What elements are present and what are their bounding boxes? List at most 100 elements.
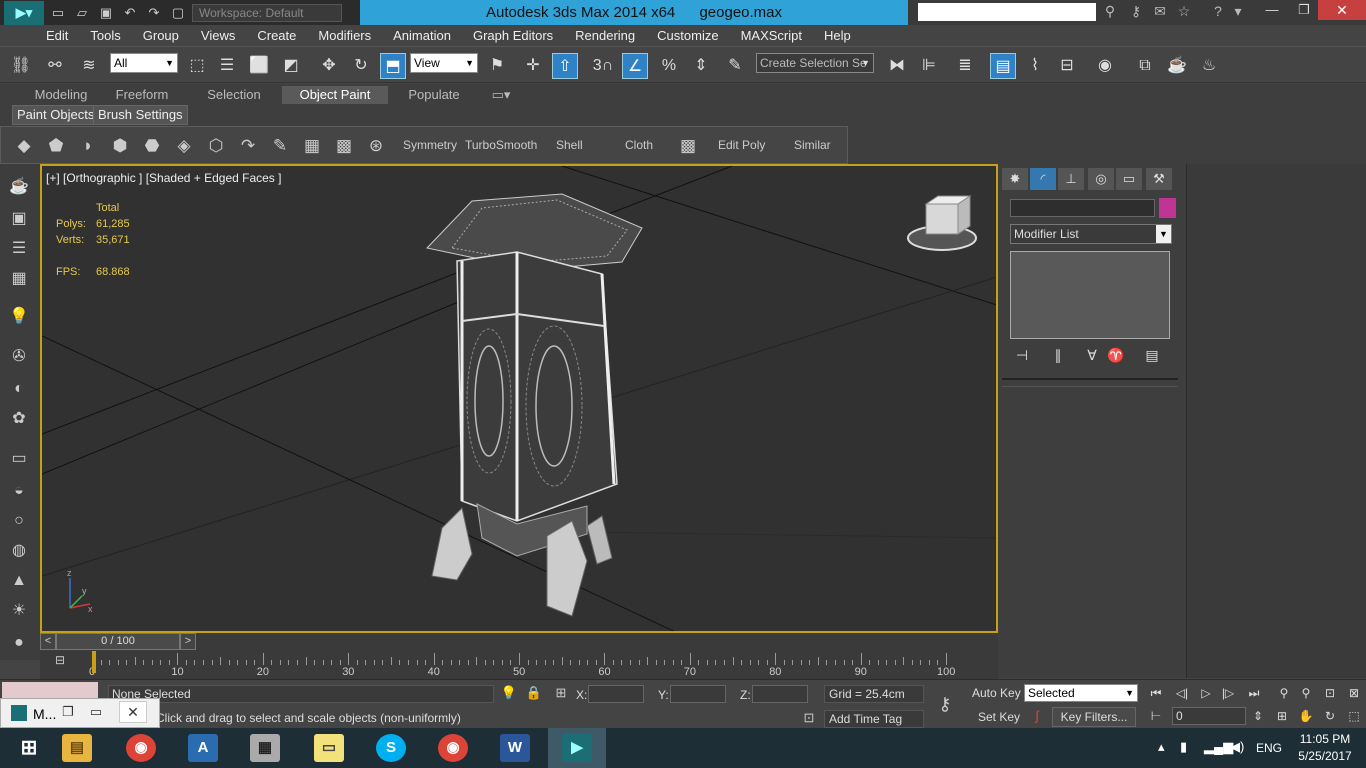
isolate-selection-icon[interactable]: 💡 [500, 685, 518, 703]
symmetry-button[interactable]: Symmetry [403, 138, 457, 152]
angle-snap-icon[interactable]: ∠ [622, 53, 648, 79]
render-production-icon[interactable]: ♨ [1196, 53, 1222, 79]
go-to-start-icon[interactable]: ⏮ [1146, 684, 1166, 702]
menu-customize[interactable]: Customize [657, 28, 718, 43]
make-unique-icon[interactable]: ∀ [1082, 347, 1102, 365]
selection-lock-icon[interactable]: 🔒 [525, 685, 543, 703]
file-explorer-icon[interactable]: ▤ [48, 728, 106, 768]
motion-tab-icon[interactable]: ◎ [1088, 168, 1114, 190]
edit-named-selection-icon[interactable]: ✎ [722, 53, 748, 79]
menu-maxscript[interactable]: MAXScript [741, 28, 802, 43]
table-panel-icon[interactable]: ▦ [6, 266, 32, 292]
project-folder-icon[interactable]: ▢ [168, 4, 188, 22]
ribbon-options-icon[interactable]: ▭▾ [486, 86, 516, 104]
redo-icon[interactable]: ↷ [144, 4, 164, 22]
select-object-icon[interactable]: ⬚ [184, 53, 210, 79]
checker-icon[interactable]: ▩ [331, 133, 357, 159]
teapot-icon[interactable]: ☕ [6, 174, 32, 200]
select-and-rotate-icon[interactable]: ↻ [348, 53, 374, 79]
object-color-swatch[interactable] [1159, 198, 1176, 218]
configure-sets-icon[interactable]: ▤ [1142, 347, 1162, 365]
previous-frame-button[interactable]: < [40, 633, 56, 650]
shape-icon-1[interactable]: ◆ [11, 133, 37, 159]
select-and-move-icon[interactable]: ✥ [316, 53, 342, 79]
frame-spinner-icon[interactable]: ⇕ [1248, 707, 1268, 725]
time-slider[interactable]: < 0 / 100 > [40, 633, 998, 651]
chrome-icon[interactable]: ◉ [112, 728, 170, 768]
zoom-extents-all-icon[interactable]: ⊠ [1344, 684, 1364, 702]
time-slider-thumb[interactable]: 0 / 100 [56, 633, 180, 650]
bind-to-space-warp-icon[interactable]: ≋ [76, 53, 102, 79]
orbit-icon[interactable]: ↻ [1320, 707, 1340, 725]
time-configuration-icon[interactable]: ⊞ [1272, 707, 1292, 725]
menu-group[interactable]: Group [143, 28, 179, 43]
shape-icon-2[interactable]: ⬟ [43, 133, 69, 159]
plane-icon[interactable]: ▭ [6, 446, 32, 472]
key-icon[interactable]: ⚷ [1126, 3, 1146, 21]
select-and-scale-icon[interactable]: ⬒ [380, 53, 406, 79]
similar-button[interactable]: Similar [794, 138, 831, 152]
menu-help[interactable]: Help [824, 28, 851, 43]
select-by-name-icon[interactable]: ☰ [214, 53, 240, 79]
time-tag-icon[interactable]: ⊡ [800, 710, 818, 728]
next-key-icon[interactable]: |▷ [1218, 684, 1238, 702]
show-end-result-icon[interactable]: ∥ [1048, 347, 1068, 365]
viewcube[interactable] [907, 195, 977, 251]
pan-view-icon[interactable]: ✋ [1296, 707, 1316, 725]
next-frame-button[interactable]: > [180, 633, 196, 650]
z-coordinate-field[interactable] [752, 685, 808, 703]
align-icon[interactable]: ⊫ [916, 53, 942, 79]
play-icon[interactable]: ▷ [1196, 684, 1216, 702]
render-frame-icon[interactable]: ▣ [6, 206, 32, 232]
wordpad-icon[interactable]: A [174, 728, 232, 768]
schematic-view-icon[interactable]: ⊟ [1054, 53, 1080, 79]
communication-center-icon[interactable]: ✉ [1150, 3, 1170, 21]
zoom-extents-icon[interactable]: ⊡ [1320, 684, 1340, 702]
hemisphere-icon[interactable]: ◒ [6, 478, 32, 504]
lantern-model[interactable] [426, 193, 643, 617]
add-time-tag-button[interactable]: Add Time Tag [824, 710, 924, 728]
shell-button[interactable]: Shell [556, 138, 583, 152]
auto-key-button[interactable]: Auto Key [972, 686, 1021, 700]
render-setup-icon[interactable]: ⧉ [1132, 53, 1158, 79]
cone-icon[interactable]: ▲ [6, 568, 32, 594]
menu-graph-editors[interactable]: Graph Editors [473, 28, 553, 43]
film-reel-icon[interactable]: ✿ [6, 406, 32, 432]
turbosmooth-button[interactable]: TurboSmooth [465, 138, 537, 152]
pivot-center-icon[interactable]: ⚑ [484, 53, 510, 79]
rendered-frame-window-icon[interactable]: ☕ [1164, 53, 1190, 79]
bend-icon[interactable]: ↷ [235, 133, 261, 159]
current-frame-field[interactable]: 0 [1172, 707, 1246, 725]
shape-icon-5[interactable]: ⬣ [139, 133, 165, 159]
menu-tools[interactable]: Tools [90, 28, 120, 43]
geosphere-icon[interactable]: ◍ [6, 538, 32, 564]
shape-icon-4[interactable]: ⬢ [107, 133, 133, 159]
tab-modeling[interactable]: Modeling [26, 86, 96, 104]
skype-icon[interactable]: S [362, 728, 420, 768]
modifier-list-dropdown[interactable]: Modifier List ▼ [1010, 224, 1172, 244]
help-dropdown-icon[interactable]: ▾ [1228, 3, 1248, 21]
disc-icon[interactable]: ● [6, 630, 32, 656]
close-button[interactable]: ✕ [1318, 0, 1366, 20]
search-input[interactable] [918, 3, 1096, 21]
spinner-snap-icon[interactable]: ⇕ [688, 53, 714, 79]
percent-snap-icon[interactable]: % [656, 53, 682, 79]
cloth-button[interactable]: Cloth [625, 138, 653, 152]
select-and-link-icon[interactable]: ⛓ [8, 53, 34, 79]
preview-restore-icon[interactable]: ❐ [55, 702, 81, 722]
light-bulb-icon[interactable]: 💡 [6, 304, 32, 330]
rectangular-selection-icon[interactable]: ⬜ [246, 53, 272, 79]
x-coordinate-field[interactable] [588, 685, 644, 703]
sun-icon[interactable]: ☀ [6, 598, 32, 624]
mesh-stack-icon[interactable]: ⊛ [363, 133, 389, 159]
absolute-mode-icon[interactable]: ⊞ [552, 685, 570, 703]
battery-icon[interactable]: ▮ [1180, 739, 1187, 755]
key-filters-button[interactable]: Key Filters... [1052, 707, 1136, 727]
maximize-viewport-icon[interactable]: ⬚ [1344, 707, 1364, 725]
display-tab-icon[interactable]: ▭ [1116, 168, 1142, 190]
set-keys-icon[interactable]: ⚷ [936, 694, 954, 714]
help-icon[interactable]: ? [1208, 3, 1228, 21]
menu-modifiers[interactable]: Modifiers [318, 28, 371, 43]
language-indicator[interactable]: ENG [1256, 741, 1282, 755]
zoom-all-icon[interactable]: ⚲ [1296, 684, 1316, 702]
